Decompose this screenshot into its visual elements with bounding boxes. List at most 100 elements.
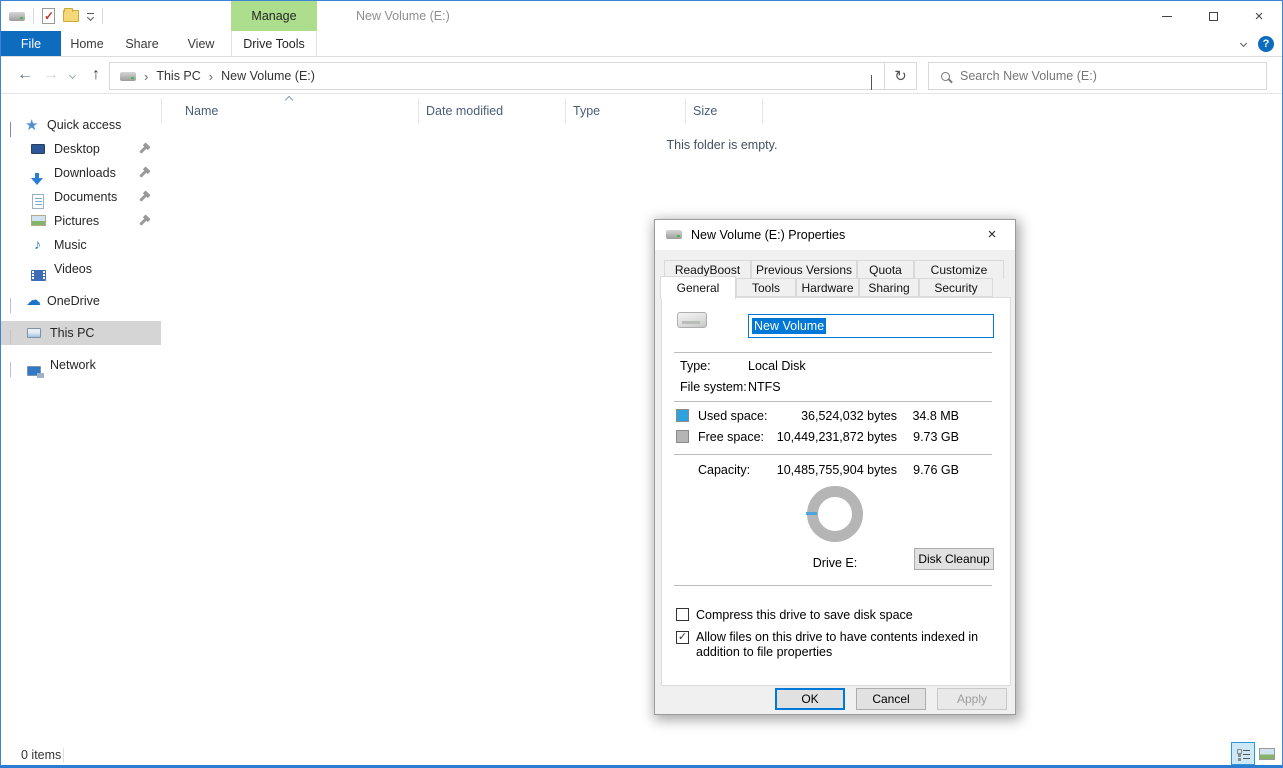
thumbnails-view-button[interactable] [1255,742,1279,765]
close-button[interactable]: × [1236,1,1282,31]
address-bar[interactable]: › This PC › New Volume (E:) [109,62,885,90]
tab-home[interactable]: Home [61,31,113,56]
dialog-tab-general[interactable]: General [660,276,736,299]
details-view-button[interactable] [1231,742,1255,765]
pictures-icon [31,215,46,226]
navigation-bar: ← → ↑ › This PC › New Volume (E:) ↻ [1,57,1282,94]
ribbon-contextual-header-manage[interactable]: Manage [231,1,317,31]
ribbon-tab-row: File Home Share View Drive Tools ? [1,31,1282,57]
sidebar-item-pictures[interactable]: Pictures [1,209,161,233]
window-title: New Volume (E:) [356,1,450,31]
filesystem-value: NTFS [748,380,781,394]
properties-icon[interactable] [42,8,55,24]
sidebar-item-onedrive[interactable]: ☁ OneDrive [1,289,161,313]
cancel-button[interactable]: Cancel [856,688,926,710]
column-header-name[interactable]: Name [162,98,419,123]
sidebar-item-label: This PC [50,326,94,340]
customize-toolbar-chevron-icon[interactable] [87,13,94,20]
new-folder-icon[interactable] [63,10,79,22]
column-label: Name [185,104,218,118]
maximize-button[interactable] [1190,1,1236,31]
disk-usage-used-slice [806,512,817,515]
chevron-right-icon[interactable] [10,298,11,312]
dialog-close-button[interactable]: × [977,220,1007,249]
dialog-drive-icon [666,230,682,239]
up-button[interactable]: ↑ [83,57,109,93]
pin-icon [139,169,147,177]
type-label: Type: [680,359,711,373]
column-header-date-modified[interactable]: Date modified [419,98,566,123]
refresh-button[interactable]: ↻ [885,62,917,90]
sidebar-item-quick-access[interactable]: ★ Quick access [1,113,161,137]
index-contents-checkbox[interactable]: ✓ [676,631,689,644]
pin-icon [139,193,147,201]
column-header-type[interactable]: Type [566,98,686,123]
ok-button[interactable]: OK [775,688,845,710]
column-label: Date modified [426,104,503,118]
help-icon[interactable]: ? [1258,36,1274,52]
quick-access-toolbar [9,1,103,31]
tab-drive-tools[interactable]: Drive Tools [231,31,317,56]
address-dropdown-chevron-icon[interactable] [871,75,872,89]
tab-file[interactable]: File [1,31,61,56]
sidebar-item-label: Network [50,358,96,372]
sidebar-item-downloads[interactable]: Downloads [1,161,161,185]
pin-icon [139,145,147,153]
volume-name-input[interactable]: New Volume [748,314,994,338]
music-icon: ♪ [34,236,41,252]
expand-ribbon-chevron-icon[interactable] [1240,40,1247,47]
apply-button[interactable]: Apply [937,688,1007,710]
onedrive-cloud-icon: ☁ [26,291,41,309]
search-input[interactable] [960,69,1240,83]
compress-checkbox-label[interactable]: Compress this drive to save disk space [696,608,996,623]
checkmark-icon: ✓ [678,631,687,643]
index-contents-checkbox-label[interactable]: Allow files on this drive to have conten… [696,630,996,660]
tab-view[interactable]: View [171,31,231,56]
capacity-label: Capacity: [698,463,750,477]
search-box[interactable] [928,62,1267,90]
chevron-down-icon[interactable] [10,122,11,136]
title-bar: Manage New Volume (E:) × [1,1,1282,31]
desktop-icon [31,144,45,154]
documents-icon [32,194,44,209]
window-controls: × [1144,1,1282,31]
dialog-tab-quota[interactable]: Quota [857,260,914,279]
search-icon [941,72,950,81]
dialog-tab-customize[interactable]: Customize [914,260,1004,279]
minimize-button[interactable] [1144,1,1190,31]
disk-cleanup-button[interactable]: Disk Cleanup [914,548,994,570]
used-space-bytes: 36,524,032 bytes [765,409,897,423]
dialog-tab-tools[interactable]: Tools [736,278,796,297]
sidebar-item-label: Music [54,238,87,252]
forward-button[interactable]: → [39,57,63,93]
details-view-icon [1237,748,1250,760]
sidebar-item-network[interactable]: Network [1,353,161,377]
sidebar-item-videos[interactable]: Videos [1,257,161,281]
dialog-tab-sharing[interactable]: Sharing [859,278,919,297]
sidebar-item-this-pc[interactable]: This PC [1,321,161,345]
chevron-right-icon[interactable] [10,362,11,376]
recent-locations-chevron-icon[interactable] [63,57,81,93]
sidebar-item-documents[interactable]: Documents [1,185,161,209]
sidebar-item-music[interactable]: ♪ Music [1,233,161,257]
sidebar-item-label: OneDrive [47,294,100,308]
status-bar: 0 items [1,745,1282,766]
breadcrumb-current-folder[interactable]: New Volume (E:) [221,69,315,83]
dialog-tab-security[interactable]: Security [919,278,993,297]
back-button[interactable]: ← [11,57,39,93]
volume-name-selected-text: New Volume [752,318,826,334]
system-menu-drive-icon[interactable] [9,12,25,21]
compress-checkbox[interactable] [676,608,689,621]
chevron-right-icon[interactable] [10,330,11,344]
breadcrumb-this-pc[interactable]: This PC [156,69,200,83]
breadcrumb-separator: › [144,69,148,84]
empty-folder-message: This folder is empty. [161,138,1283,152]
dialog-tab-previous-versions[interactable]: Previous Versions [751,260,857,279]
dialog-tab-hardware[interactable]: Hardware [796,278,859,297]
column-header-size[interactable]: Size [686,98,763,123]
sidebar-item-desktop[interactable]: Desktop [1,137,161,161]
pin-icon [139,217,147,225]
dialog-title-bar[interactable]: New Volume (E:) Properties × [655,220,1015,250]
tab-share[interactable]: Share [113,31,171,56]
used-space-swatch [676,409,689,422]
